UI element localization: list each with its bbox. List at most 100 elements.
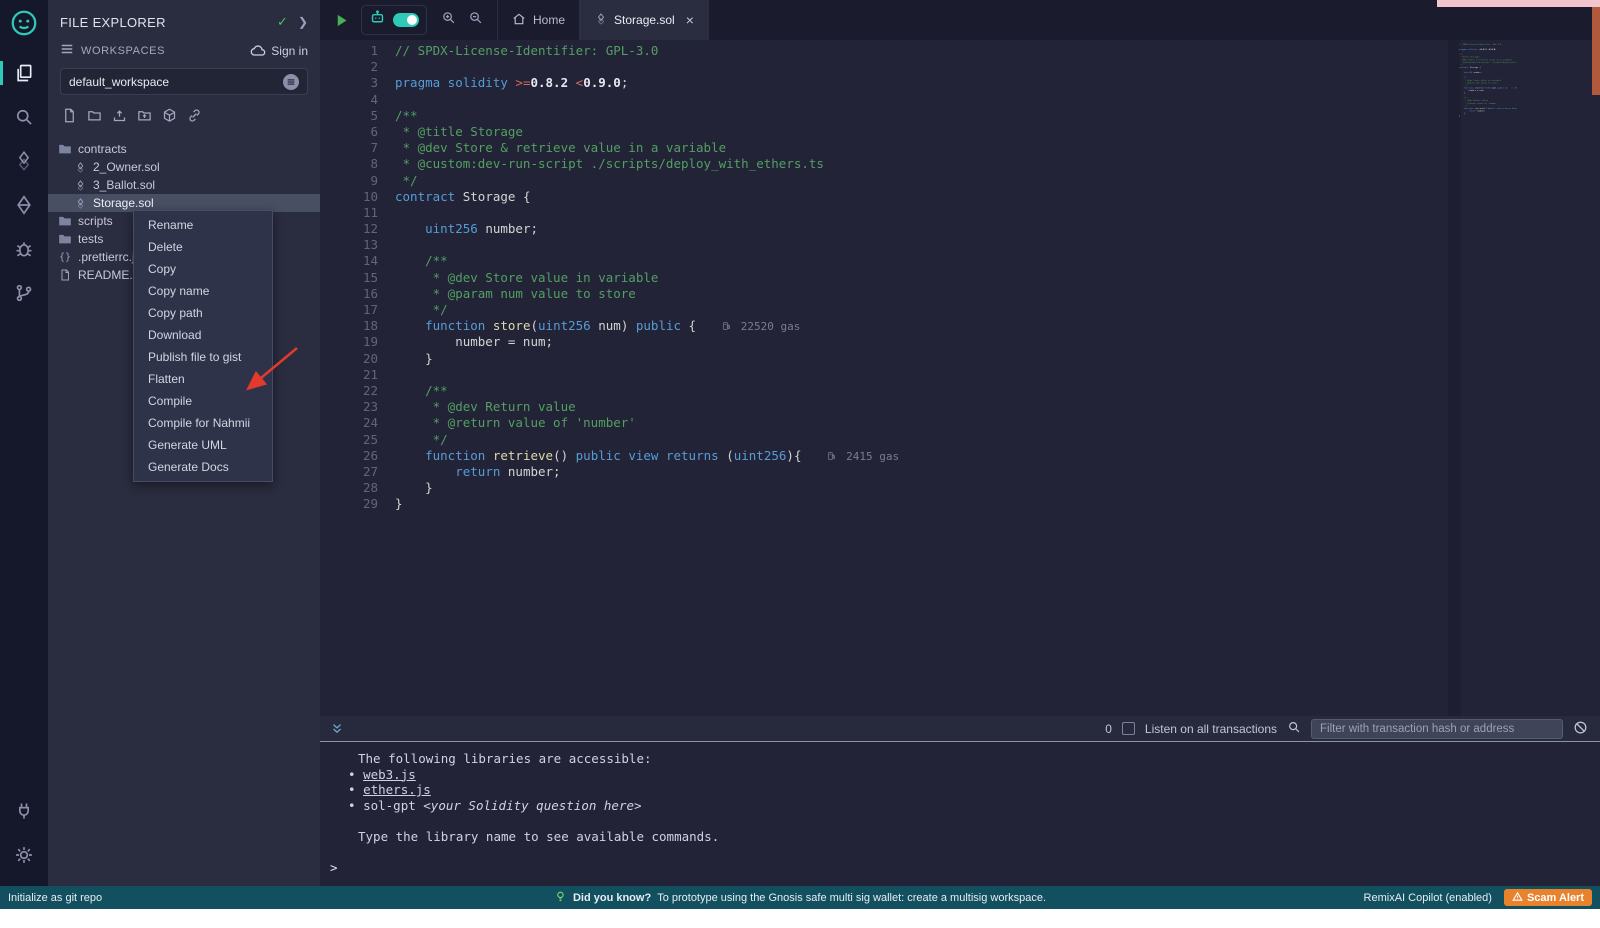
listen-all-transactions-checkbox[interactable] [1122,722,1135,735]
context-menu-item-copy-name[interactable]: Copy name [134,280,272,302]
line-number: 11 [320,205,378,221]
terminal-library-web3-js[interactable]: • web3.js [320,767,1600,783]
new-folder-icon[interactable] [87,108,102,126]
debugger-icon[interactable] [9,234,39,264]
editor-topbar: Home Storage.sol × [320,0,1600,40]
code-line: 5/** [320,108,1600,124]
line-number: 15 [320,270,378,286]
workspace-options-icon[interactable] [283,74,299,90]
copilot-status[interactable]: RemixAI Copilot (enabled) [1364,892,1492,904]
code-line: 6 * @title Storage [320,124,1600,140]
tree-item-3-ballot-sol[interactable]: 3_Ballot.sol [48,176,320,194]
terminal-toolbar: 0 Listen on all transactions [320,716,1600,742]
terminal-library-ethers-js[interactable]: • ethers.js [320,782,1600,798]
tree-item-2-owner-sol[interactable]: 2_Owner.sol [48,158,320,176]
terminal[interactable]: The following libraries are accessible: … [320,742,1600,886]
new-file-icon[interactable] [62,108,77,126]
git-init-status[interactable]: Initialize as git repo [8,892,102,904]
minimap[interactable]: // SPDX-License-Identifier: GPL-3.0pragm… [1459,43,1517,159]
context-menu-item-compile-for-nahmii[interactable]: Compile for Nahmii [134,412,272,434]
tree-item-label: Storage.sol [93,196,154,210]
code-line: 24 * @return value of 'number' [320,415,1600,431]
clear-terminal-icon[interactable] [1573,720,1588,738]
folder-icon [58,214,72,228]
code-editor[interactable]: 1// SPDX-License-Identifier: GPL-3.023pr… [320,40,1600,716]
settings-gear-icon[interactable] [9,840,39,870]
upload-file-icon[interactable] [112,108,127,126]
context-menu-item-generate-uml[interactable]: Generate UML [134,434,272,456]
right-edge-scroll-marker [1592,7,1600,95]
transaction-filter-input[interactable] [1311,719,1563,739]
robot-icon [369,9,386,31]
line-number: 3 [320,75,378,91]
solidity-file-icon [595,13,607,28]
code-line: 10contract Storage { [320,189,1600,205]
upload-folder-icon[interactable] [137,108,152,126]
remix-logo-icon[interactable] [9,8,39,38]
tree-item-contracts[interactable]: contracts [48,140,320,158]
file-explorer-icon[interactable] [9,58,39,88]
expand-terminal-icon[interactable] [330,722,344,736]
line-number: 1 [320,43,378,59]
zoom-out-icon[interactable] [468,10,483,30]
hamburger-icon[interactable] [60,42,74,59]
lightbulb-icon [554,890,567,906]
tree-item-label: 3_Ballot.sol [93,178,155,192]
line-number: 28 [320,480,378,496]
top-right-strip [1437,0,1600,7]
solidity-compiler-icon[interactable] [9,146,39,176]
folder-icon [58,142,72,156]
editor-tabs: Home Storage.sol × [497,0,709,40]
sign-in-button[interactable]: Sign in [250,43,308,59]
zoom-in-icon[interactable] [441,10,456,30]
transaction-count-badge: 0 [1105,722,1112,736]
context-menu-item-delete[interactable]: Delete [134,236,272,258]
terminal-hint-line: Type the library name to see available c… [320,829,1600,845]
tree-item-label: 2_Owner.sol [93,160,160,174]
https-import-icon[interactable] [187,108,202,126]
listen-all-transactions-label: Listen on all transactions [1145,722,1277,736]
ai-copilot-group [361,5,427,35]
line-number: 8 [320,156,378,172]
status-bar: Initialize as git repo Did you know? To … [0,886,1600,909]
run-script-icon[interactable] [334,13,349,28]
line-number: 29 [320,496,378,512]
git-icon[interactable] [9,278,39,308]
scam-alert-button[interactable]: Scam Alert [1504,889,1592,906]
terminal-intro-line: The following libraries are accessible: [320,751,1600,767]
home-icon [512,12,526,29]
terminal-prompt[interactable]: > [320,860,1600,876]
workspace-select[interactable]: default_workspace [60,68,308,95]
tab-storage-sol[interactable]: Storage.sol × [580,0,709,40]
code-line: 21 [320,367,1600,383]
sol-icon [73,162,87,173]
check-icon: ✓ [277,14,288,30]
tip-text: To prototype using the Gnosis safe multi… [657,892,1046,904]
search-icon[interactable] [9,102,39,132]
line-number: 16 [320,286,378,302]
context-menu-item-copy-path[interactable]: Copy path [134,302,272,324]
context-menu-item-rename[interactable]: Rename [134,214,272,236]
line-number: 21 [320,367,378,383]
code-line: 2 [320,59,1600,75]
close-tab-icon[interactable]: × [686,13,694,27]
folder-icon [58,232,72,246]
terminal-libraries: • web3.js• ethers.js• sol-gpt <your Soli… [320,767,1600,814]
terminal-search-icon[interactable] [1287,720,1301,737]
plugin-manager-icon[interactable] [9,796,39,826]
line-number: 26 [320,448,378,464]
line-number: 13 [320,237,378,253]
line-number: 24 [320,415,378,431]
ipfs-import-icon[interactable] [162,108,177,126]
ai-copilot-toggle[interactable] [393,13,419,27]
tab-home[interactable]: Home [497,0,580,40]
collapse-panel-chevron-icon[interactable]: ❯ [298,15,308,29]
main-area: Home Storage.sol × 1// SPDX-License-Iden… [320,0,1600,886]
context-menu-item-copy[interactable]: Copy [134,258,272,280]
minimap-content: // SPDX-License-Identifier: GPL-3.0pragm… [1459,43,1517,117]
context-menu-item-generate-docs[interactable]: Generate Docs [134,456,272,478]
gas-estimate-badge: 2415 gas [827,450,899,463]
line-number: 18 [320,318,378,334]
line-number: 25 [320,432,378,448]
deploy-run-icon[interactable] [9,190,39,220]
